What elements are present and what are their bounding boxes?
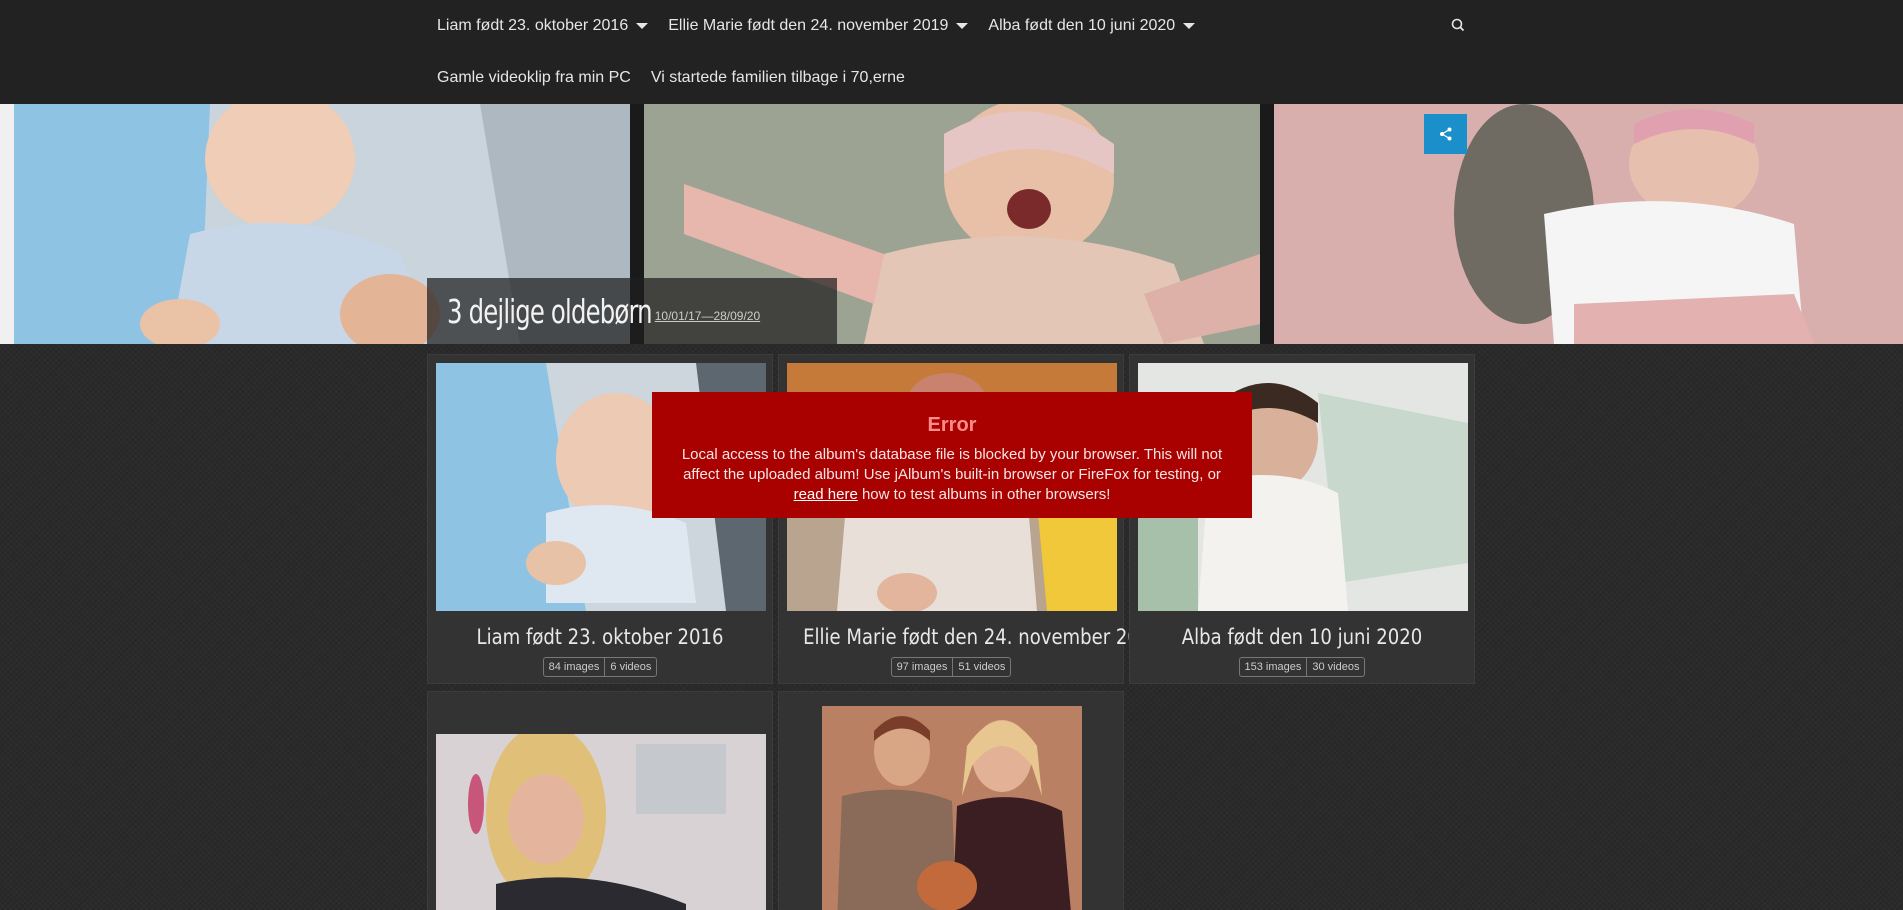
album-thumbnail bbox=[822, 706, 1082, 910]
album-title: Liam født 23. oktober 2016 bbox=[476, 625, 724, 649]
nav-item-label: Vi startede familien tilbage i 70,erne bbox=[650, 69, 905, 86]
video-count: 30 videos bbox=[1306, 658, 1364, 676]
nav-item-label: Ellie Marie født den 24. november 2019 bbox=[668, 17, 949, 34]
search-icon bbox=[1451, 18, 1465, 32]
hero-date-range[interactable]: 10/01/17—28/09/20 bbox=[655, 309, 760, 323]
top-navigation: Liam født 23. oktober 2016 Ellie Marie f… bbox=[0, 0, 1903, 104]
nav-item-label: Gamle videoklip fra min PC bbox=[437, 69, 631, 86]
error-title: Error bbox=[927, 414, 977, 436]
caret-down-icon bbox=[956, 23, 969, 29]
album-meta: 153 images 30 videos bbox=[1238, 657, 1366, 677]
nav-item-old-videos[interactable]: Gamle videoklip fra min PC bbox=[437, 69, 631, 87]
album-counts: 84 images 6 videos bbox=[428, 657, 772, 677]
hero-photo-baby-3 bbox=[1274, 104, 1903, 344]
read-here-link[interactable]: read here bbox=[794, 486, 858, 503]
video-count: 6 videos bbox=[604, 658, 656, 676]
error-dialog: Error Local access to the album's databa… bbox=[652, 392, 1252, 518]
share-icon bbox=[1439, 127, 1451, 141]
error-message-text-end: how to test albums in other browsers! bbox=[861, 486, 1111, 503]
caret-down-icon bbox=[1183, 23, 1196, 29]
nav-row-secondary: Gamle videoklip fra min PC Vi startede f… bbox=[437, 66, 905, 90]
hero-caption: 3 dejlige oldebørn 10/01/17—28/09/20 bbox=[427, 278, 837, 344]
caret-down-icon bbox=[636, 23, 649, 29]
error-message: Local access to the album's database fil… bbox=[652, 445, 1252, 505]
album-card-old-videos[interactable] bbox=[427, 691, 773, 910]
hero-title: 3 dejlige oldebørn bbox=[447, 291, 653, 331]
video-count: 51 videos bbox=[952, 658, 1010, 676]
error-message-text: Local access to the album's database fil… bbox=[681, 446, 1223, 483]
nav-row-primary: Liam født 23. oktober 2016 Ellie Marie f… bbox=[437, 14, 1196, 38]
image-count: 84 images bbox=[548, 661, 600, 673]
share-button[interactable] bbox=[1424, 114, 1467, 154]
album-counts: 97 images 51 videos bbox=[779, 657, 1123, 677]
hero-banner: 3 dejlige oldebørn 10/01/17—28/09/20 bbox=[0, 104, 1903, 344]
album-card-family-70s[interactable] bbox=[778, 691, 1124, 910]
nav-item-family-70s[interactable]: Vi startede familien tilbage i 70,erne bbox=[651, 69, 905, 87]
nav-item-label: Alba født den 10 juni 2020 bbox=[988, 17, 1176, 34]
nav-item-label: Liam født 23. oktober 2016 bbox=[437, 17, 629, 34]
image-count: 153 images bbox=[1244, 661, 1302, 673]
album-title: Ellie Marie født den 24. november 2019 bbox=[803, 625, 1162, 649]
album-thumbnail bbox=[436, 734, 766, 910]
search-button[interactable] bbox=[1448, 15, 1468, 35]
nav-item-ellie[interactable]: Ellie Marie født den 24. november 2019 bbox=[668, 17, 969, 35]
album-meta: 97 images 51 videos bbox=[890, 657, 1012, 677]
nav-item-liam[interactable]: Liam født 23. oktober 2016 bbox=[437, 17, 649, 35]
album-meta: 84 images 6 videos bbox=[542, 657, 658, 677]
album-counts: 153 images 30 videos bbox=[1130, 657, 1474, 677]
image-count: 97 images bbox=[896, 661, 948, 673]
nav-item-alba[interactable]: Alba født den 10 juni 2020 bbox=[988, 17, 1196, 35]
album-title: Alba født den 10 juni 2020 bbox=[1181, 625, 1423, 649]
